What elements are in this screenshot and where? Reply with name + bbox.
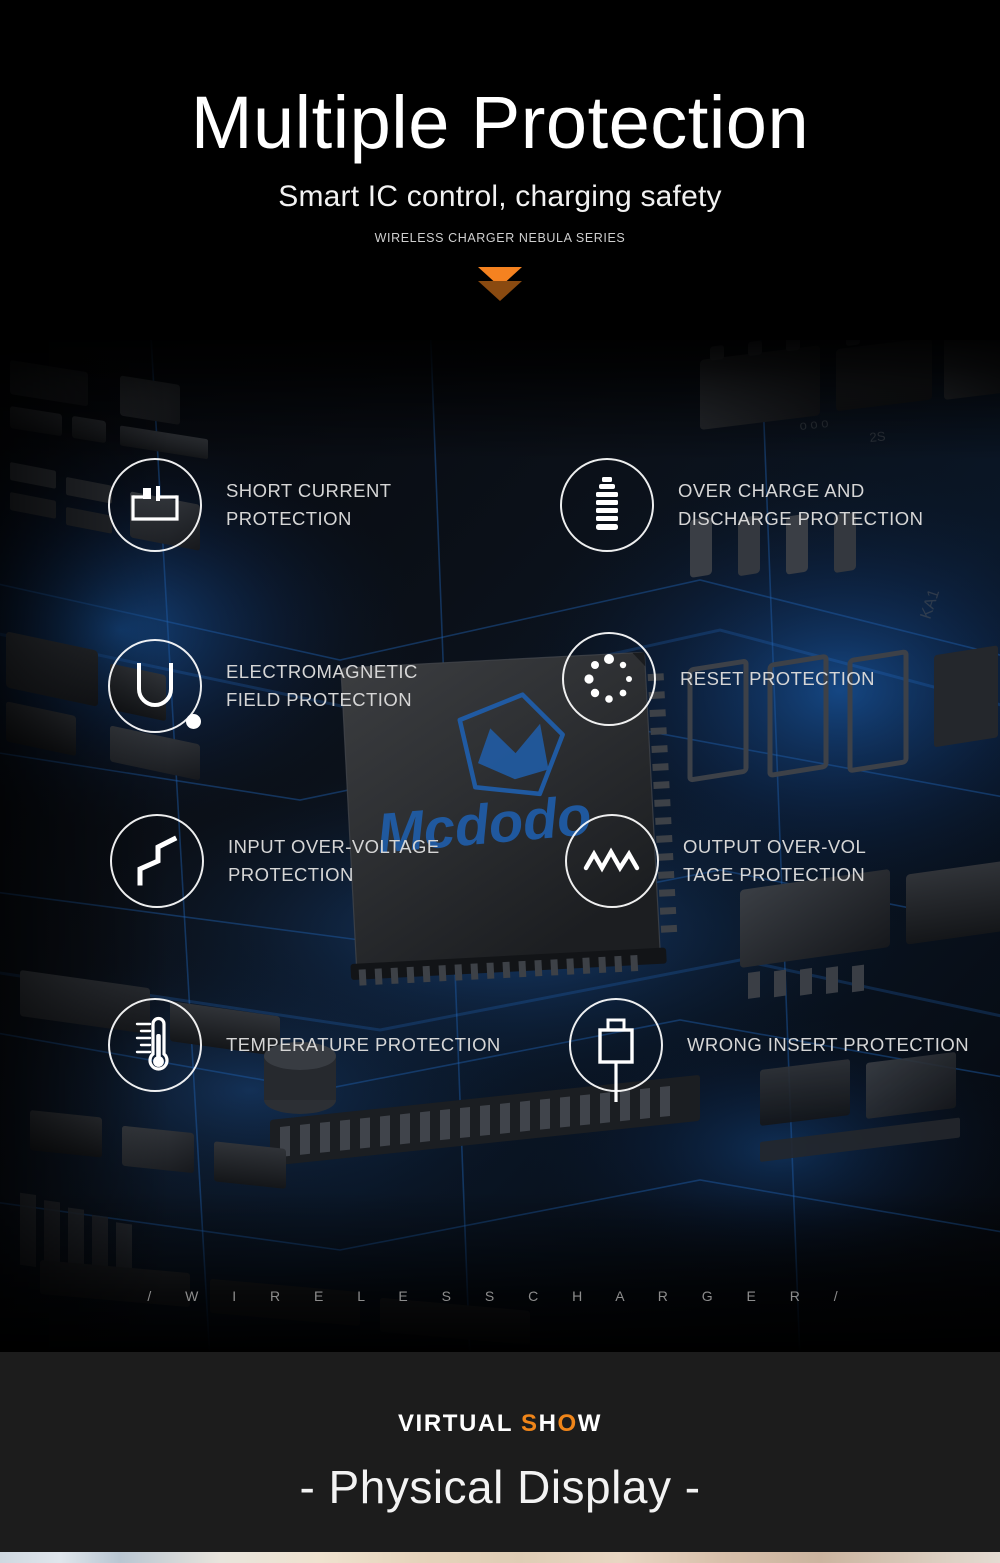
vshow-part-2: H [538,1410,558,1437]
feature-over-charge[interactable]: OVER CHARGE AND DISCHARGE PROTECTION [560,458,923,552]
feature-label: WRONG INSERT PROTECTION [687,1033,970,1055]
feature-label: ELECTROMAGNETIC FIELD PROTECTION [226,660,418,710]
protection-features-list: SHORT CURRENT PROTECTION OVER CHARGE AND… [0,330,1000,1352]
feature-label: SHORT CURRENT PROTECTION [226,479,392,529]
vshow-part-0: VIRTUAL [397,1410,521,1437]
thermometer-icon [108,998,202,1092]
chevron-down-dim [478,281,522,301]
plug-connector-icon [569,998,663,1102]
feature-temperature[interactable]: TEMPERATURE PROTECTION [108,998,501,1092]
zigzag-wave-icon [565,814,659,908]
double-chevron-down-icon [0,267,1000,307]
spinner-dots-icon [562,632,656,726]
battery-icon [560,458,654,552]
feature-label: OVER CHARGE AND DISCHARGE PROTECTION [678,479,924,529]
feature-label: TEMPERATURE PROTECTION [226,1033,501,1055]
feature-wrong-insert[interactable]: WRONG INSERT PROTECTION [569,998,970,1102]
hero-series-label: WIRELESS CHARGER NEBULA SERIES [374,231,626,245]
product-infographic-page: Multiple Protection Smart IC control, ch… [0,0,1000,1563]
feature-label: RESET PROTECTION [680,667,875,689]
hero-section: Multiple Protection Smart IC control, ch… [0,0,1000,340]
virtual-show-eyebrow: VIRTUAL SHOW [0,1410,1000,1438]
short-circuit-icon [108,458,202,552]
magnet-pole-dot [186,714,201,729]
vshow-part-4: W [577,1410,603,1437]
next-photo-sliver [0,1552,1000,1563]
magnet-u-icon [108,639,202,733]
feature-input-over-voltage[interactable]: INPUT OVER-VOLTAGE PROTECTION [110,814,440,908]
feature-output-over-voltage[interactable]: OUTPUT OVER-VOL TAGE PROTECTION [565,814,866,908]
feature-label: OUTPUT OVER-VOL TAGE PROTECTION [683,835,867,885]
vshow-part-1: S [520,1410,539,1437]
feature-electromagnetic[interactable]: ELECTROMAGNETIC FIELD PROTECTION [108,639,418,733]
physical-display-headline: - Physical Display - [299,1461,701,1513]
wireless-charger-watermark: / W I R E L E S S C H A R G E R / [147,1288,853,1304]
feature-reset[interactable]: RESET PROTECTION [562,632,875,726]
feature-short-current[interactable]: SHORT CURRENT PROTECTION [108,458,392,552]
hero-subtitle: Smart IC control, charging safety [278,180,722,213]
square-wave-icon [110,814,204,908]
page-title: Multiple Protection [190,81,810,164]
vshow-part-3: O [557,1410,578,1437]
feature-label: INPUT OVER-VOLTAGE PROTECTION [228,835,440,885]
virtual-show-section: VIRTUAL SHOW - Physical Display - [0,1352,1000,1552]
